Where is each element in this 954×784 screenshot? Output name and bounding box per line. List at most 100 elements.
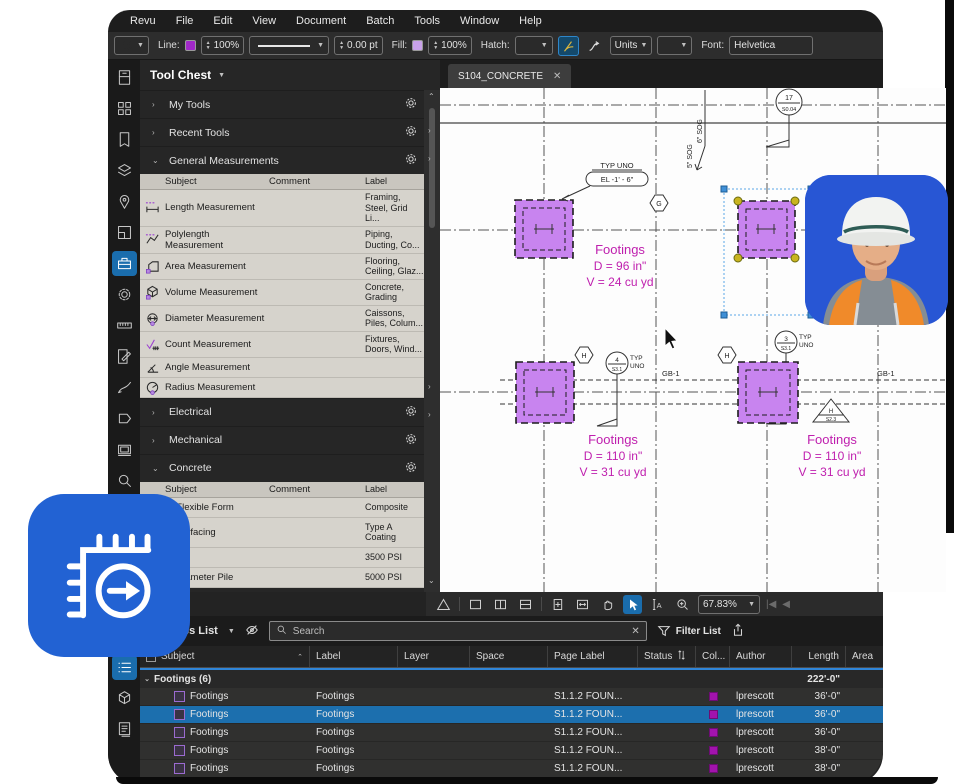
menu-edit[interactable]: Edit (213, 15, 232, 27)
section-electrical[interactable]: ›Electrical (140, 398, 440, 426)
scroll-down-icon[interactable]: ⌄ (428, 576, 435, 585)
units-dropdown[interactable]: Units▼ (610, 36, 653, 55)
split-horizontal-icon[interactable] (516, 595, 535, 614)
flags-icon[interactable] (112, 406, 137, 431)
scroll-up-icon[interactable]: ⌃ (428, 92, 435, 101)
measurements-icon[interactable] (112, 313, 137, 338)
markup-row[interactable]: Footings Footings S1.1.2 FOUN... lpresco… (140, 760, 883, 778)
clear-search-icon[interactable]: ✕ (631, 626, 639, 637)
gear-icon[interactable] (404, 404, 418, 421)
gear-icon[interactable] (404, 96, 418, 113)
detail-callout-17[interactable]: 17 S0.04 (766, 89, 802, 147)
col-author[interactable]: Author (730, 646, 792, 667)
signature-icon[interactable] (112, 375, 137, 400)
tool-row-area[interactable]: Area MeasurementFlooring, Ceiling, Glaz.… (140, 254, 424, 280)
tool-preset-dropdown[interactable]: ▼ (114, 36, 149, 55)
leader-tool-button[interactable] (584, 36, 605, 56)
col-comment[interactable]: Comment (269, 176, 365, 187)
line-style-dropdown[interactable]: ▼ (249, 36, 329, 55)
calibrate-tool-button[interactable] (558, 36, 579, 56)
line-opacity-stepper[interactable]: ▲▼100% (201, 36, 245, 55)
select-tool-icon[interactable] (623, 595, 642, 614)
stepper-arrows[interactable]: ▲▼ (206, 41, 211, 50)
spaces-icon[interactable] (112, 220, 137, 245)
stepper-arrows[interactable]: ▲▼ (339, 41, 344, 50)
col-status[interactable]: Status (638, 646, 696, 667)
markups-list-icon[interactable] (112, 655, 137, 680)
pan-hand-icon[interactable] (598, 595, 617, 614)
menu-file[interactable]: File (176, 15, 194, 27)
previous-page-icon[interactable]: ◀ (782, 599, 790, 610)
col-label[interactable]: Label (365, 176, 424, 187)
places-icon[interactable] (112, 189, 137, 214)
markup-mode-icon[interactable] (434, 595, 453, 614)
menu-document[interactable]: Document (296, 15, 346, 27)
col-area[interactable]: Area (846, 646, 883, 667)
color-swatch[interactable] (709, 710, 718, 719)
fill-color-swatch[interactable] (412, 40, 423, 51)
col-length[interactable]: Length (792, 646, 846, 667)
section-my-tools[interactable]: ›My Tools (140, 90, 440, 118)
color-swatch[interactable] (709, 728, 718, 737)
col-space[interactable]: Space (470, 646, 548, 667)
markup-row[interactable]: Footings Footings S1.1.2 FOUN... lpresco… (140, 724, 883, 742)
menu-tools[interactable]: Tools (414, 15, 440, 27)
search-icon[interactable] (112, 468, 137, 493)
filter-list-button[interactable]: Filter List (657, 624, 721, 638)
footing-markup-4[interactable] (738, 362, 798, 423)
section-general-measurements[interactable]: ⌄General Measurements (140, 146, 440, 174)
gear-icon[interactable] (404, 432, 418, 449)
hide-markups-icon[interactable] (245, 623, 259, 640)
markup-row[interactable]: Footings Footings S1.1.2 FOUN... lpresco… (140, 742, 883, 760)
gear-icon[interactable] (404, 460, 418, 477)
footing-markup-1[interactable] (515, 200, 573, 258)
file-access-icon[interactable] (112, 65, 137, 90)
line-width-stepper[interactable]: ▲▼0.00 pt (334, 36, 383, 55)
bookmarks-icon[interactable] (112, 127, 137, 152)
tool-row-polylength[interactable]: Polylength MeasurementPiping, Ducting, C… (140, 227, 424, 254)
tool-row-length[interactable]: Length MeasurementFraming, Steel, Grid L… (140, 190, 424, 227)
col-label[interactable]: Label (365, 484, 424, 495)
paragraph-dropdown[interactable]: ▼ (657, 36, 692, 55)
markup-summary-icon[interactable] (112, 344, 137, 369)
zoom-level-dropdown[interactable]: 67.83%▼ (698, 595, 760, 614)
col-label[interactable]: Label (310, 646, 398, 667)
menu-revu[interactable]: Revu (130, 15, 156, 27)
gear-icon[interactable] (404, 124, 418, 141)
fill-opacity-stepper[interactable]: ▲▼100% (428, 36, 472, 55)
menu-batch[interactable]: Batch (366, 15, 394, 27)
markups-group-row[interactable]: ⌄ Footings (6) 222'-0" (140, 668, 883, 688)
footing-label-3[interactable]: Footings D = 110 in" V = 31 cu yd (798, 432, 865, 479)
fit-page-icon[interactable] (548, 595, 567, 614)
section-recent-tools[interactable]: ›Recent Tools (140, 118, 440, 146)
chevron-right-icon[interactable]: › (428, 154, 431, 163)
col-comment[interactable]: Comment (269, 484, 365, 495)
menu-view[interactable]: View (252, 15, 276, 27)
menu-help[interactable]: Help (519, 15, 542, 27)
properties-icon[interactable] (112, 282, 137, 307)
tool-row-diameter[interactable]: Diameter MeasurementCaissons, Piles, Col… (140, 306, 424, 332)
select-text-icon[interactable]: A (648, 595, 667, 614)
section-mechanical[interactable]: ›Mechanical (140, 426, 440, 454)
tool-chest-scrollbar[interactable]: ⌃ › › › › ⌄ (424, 90, 440, 592)
tool-row-angle[interactable]: Angle Measurement (140, 358, 424, 378)
footing-label-1[interactable]: Footings D = 96 in" V = 24 cu yd (586, 242, 653, 289)
close-icon[interactable]: ✕ (553, 71, 561, 82)
section-callout-s23[interactable]: H S2.3 (813, 399, 849, 423)
fit-width-icon[interactable] (573, 595, 592, 614)
layers-icon[interactable] (112, 158, 137, 183)
color-swatch[interactable] (709, 692, 718, 701)
markup-row[interactable]: Footings Footings S1.1.2 FOUN... lpresco… (140, 688, 883, 706)
split-vertical-icon[interactable] (491, 595, 510, 614)
elevation-callout[interactable]: TYP UNO EL -1' - 6" (562, 161, 648, 201)
search-input[interactable] (293, 626, 626, 637)
footing-label-2[interactable]: Footings D = 110 in" V = 31 cu yd (579, 432, 646, 479)
color-swatch[interactable] (709, 764, 718, 773)
color-swatch[interactable] (709, 746, 718, 755)
col-layer[interactable]: Layer (398, 646, 470, 667)
markup-row-selected[interactable]: Footings Footings S1.1.2 FOUN... lpresco… (140, 706, 883, 724)
tool-row-volume[interactable]: Volume MeasurementConcrete, Grading (140, 280, 424, 306)
tool-chest-header[interactable]: Tool Chest▼ (140, 60, 440, 90)
col-subject[interactable]: Subject (165, 176, 269, 187)
chevron-right-icon[interactable]: › (428, 382, 431, 391)
